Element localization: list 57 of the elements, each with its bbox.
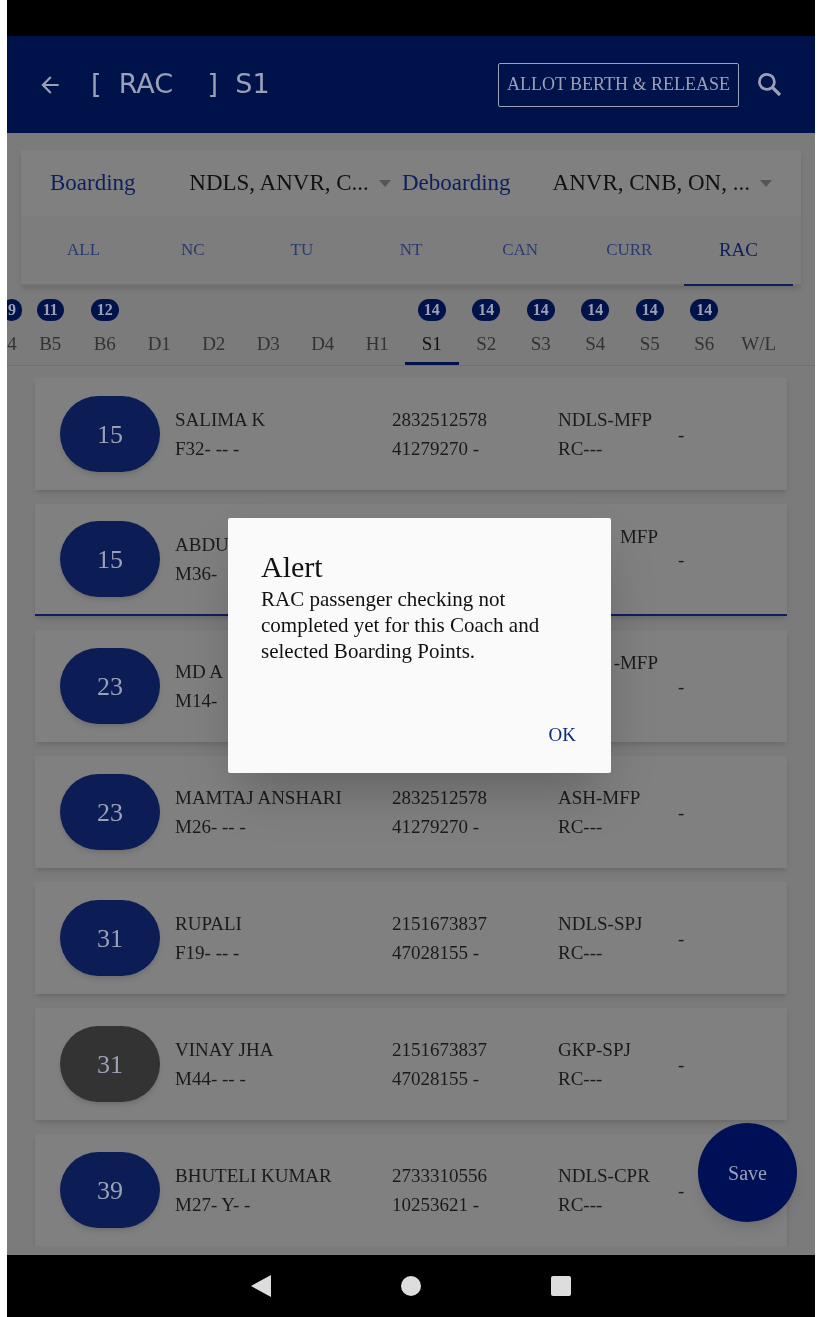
route-text: NDLS-SPJ	[558, 912, 643, 936]
pnr-number: 41279270 -	[392, 437, 480, 461]
count-badge: 14	[690, 299, 719, 321]
count-badge: 14	[635, 299, 664, 321]
passenger-info: M44- -- -	[175, 1067, 246, 1091]
passenger-name: SALIMA K	[175, 408, 266, 432]
passenger-name: RUPALI	[175, 912, 242, 936]
passenger-info: F32- -- -	[175, 437, 240, 461]
route-text: NDLS-MFP	[558, 408, 652, 432]
passenger-info: M27- Y- -	[175, 1193, 251, 1217]
quota-text: RC---	[558, 815, 603, 839]
deboarding-label: Deboarding	[401, 168, 512, 197]
pnr-number: 10253621 -	[392, 1193, 480, 1217]
pnr-number: 47028155 -	[392, 941, 480, 965]
route-text: ASH-MFP	[558, 786, 641, 810]
passenger-info: M26- -- -	[175, 815, 246, 839]
screen-title: [ RAC ] S1	[91, 67, 270, 102]
count-badge: 14	[417, 299, 446, 321]
pnr-number: 47028155 -	[392, 1067, 480, 1091]
passenger-name: VINAY JHA	[175, 1038, 274, 1062]
passenger-info: M14-	[175, 689, 218, 713]
passenger-info: F19- -- -	[175, 941, 240, 965]
route-text: NDLS-CPR	[558, 1164, 650, 1188]
pnr-number: 41279270 -	[392, 815, 480, 839]
count-badge: 9	[7, 299, 22, 321]
route-text: MFP	[619, 525, 658, 549]
status-text: -	[678, 422, 685, 447]
status-text: -	[678, 547, 685, 572]
quota-text: RC---	[558, 1193, 603, 1217]
ticket-number: 2733310556	[392, 1164, 487, 1188]
passenger-name: ABDU	[175, 533, 229, 557]
count-badge: 14	[581, 299, 610, 321]
passenger-info: M36-	[175, 562, 218, 586]
passenger-name: MAMTAJ ANSHARI	[175, 786, 342, 810]
count-badge: 14	[526, 299, 555, 321]
quota-text: RC---	[558, 1067, 603, 1091]
boarding-label: Boarding	[50, 168, 137, 197]
count-badge: 12	[90, 299, 119, 321]
dialog-title: Alert	[261, 549, 324, 585]
dialog-message: RAC passenger checking not completed yet for this Coach and selected Boarding Points.	[261, 586, 541, 664]
status-text: -	[678, 1052, 685, 1077]
count-badge: 14	[472, 299, 501, 321]
passenger-name: BHUTELI KUMAR	[175, 1164, 332, 1188]
count-badge: 11	[36, 299, 64, 321]
status-text: -	[678, 926, 685, 951]
quota-text: RC---	[558, 437, 603, 461]
route-text: -MFP	[613, 651, 658, 675]
ticket-number: 2151673837	[392, 1038, 487, 1062]
status-text: -	[678, 800, 685, 825]
passenger-name: MD A	[175, 660, 224, 684]
status-text: -	[678, 674, 685, 699]
quota-text: RC---	[558, 941, 603, 965]
ticket-number: 2832512578	[392, 408, 487, 432]
status-text: -	[678, 1178, 685, 1203]
ticket-number: 2151673837	[392, 912, 487, 936]
ticket-number: 2832512578	[392, 786, 487, 810]
route-text: GKP-SPJ	[558, 1038, 631, 1062]
